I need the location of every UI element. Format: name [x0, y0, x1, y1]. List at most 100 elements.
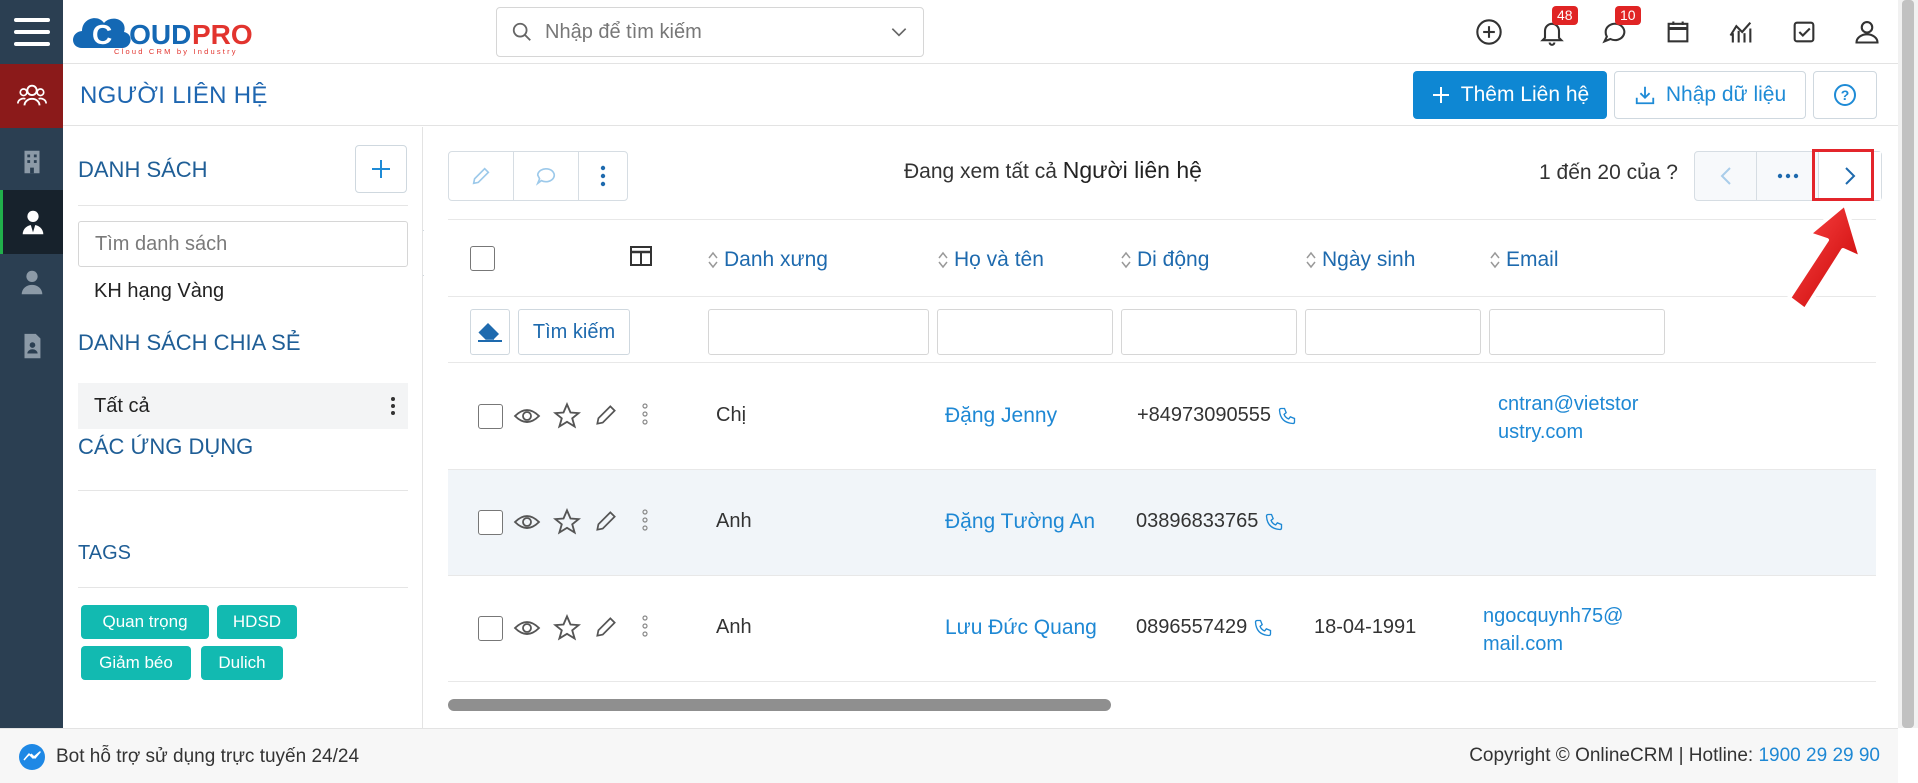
cell-email-link[interactable]: cntran@vietstor ustry.com [1498, 390, 1638, 446]
cell-fullname-link[interactable]: Lưu Đức Quang [945, 616, 1097, 640]
chevron-left-icon [1720, 167, 1731, 185]
sort-icon [1121, 251, 1131, 269]
column-header-fullname[interactable]: Họ và tên [938, 248, 1044, 272]
horizontal-scrollbar[interactable] [448, 699, 1876, 711]
star-icon[interactable] [553, 508, 581, 536]
phone-icon[interactable] [1253, 618, 1273, 638]
rail-document-icon[interactable] [0, 314, 63, 378]
hotline-number-link[interactable]: 1900 29 29 90 [1758, 745, 1880, 766]
plus-icon [1432, 87, 1449, 103]
cell-mobile: 03896833765 [1136, 510, 1284, 533]
mass-comment-button[interactable] [514, 152, 579, 200]
help-button[interactable]: ? [1813, 71, 1877, 119]
column-header-mobile[interactable]: Di động [1121, 248, 1209, 272]
pencil-icon[interactable] [593, 614, 619, 640]
list-search-input[interactable] [78, 221, 408, 267]
kebab-menu-icon[interactable] [642, 402, 648, 426]
mobile-number: 03896833765 [1136, 510, 1259, 532]
kebab-menu-icon[interactable] [642, 614, 648, 638]
sort-icon [708, 251, 718, 269]
cell-fullname-link[interactable]: Đặng Tường An [945, 510, 1095, 534]
tag-hdsd[interactable]: HDSD [217, 605, 297, 639]
prev-page-button[interactable] [1695, 152, 1757, 200]
pencil-icon[interactable] [593, 402, 619, 428]
column-header-email[interactable]: Email [1490, 248, 1559, 272]
clear-filter-button[interactable] [470, 309, 510, 355]
sort-icon [1306, 251, 1316, 269]
tag-dulich[interactable]: Dulich [201, 646, 283, 680]
chevron-down-icon[interactable] [889, 22, 909, 42]
star-icon[interactable] [553, 402, 581, 430]
pencil-icon[interactable] [593, 508, 619, 534]
global-search-input[interactable] [545, 20, 889, 44]
tag-giam-beo[interactable]: Giảm béo [81, 646, 191, 680]
pager-range: 1 đến 20 của [1539, 161, 1661, 184]
messages-icon[interactable]: 10 [1583, 0, 1646, 64]
column-label: Danh xưng [724, 248, 828, 271]
table-row[interactable]: Anh Đặng Tường An 03896833765 [448, 470, 1876, 576]
filter-birthday-input[interactable] [1305, 309, 1481, 355]
notification-bell-icon[interactable]: 48 [1520, 0, 1583, 64]
reports-chart-icon[interactable] [1709, 0, 1772, 64]
app-root: C LOUD PRO Cloud CRM by Industry 48 10 [0, 0, 1918, 783]
eye-icon[interactable] [513, 402, 541, 430]
horizontal-scrollbar-thumb[interactable] [448, 699, 1111, 711]
rail-person-icon[interactable] [0, 250, 63, 314]
sort-icon [1490, 251, 1500, 269]
filter-mobile-input[interactable] [1121, 309, 1297, 355]
tasks-check-icon[interactable] [1772, 0, 1835, 64]
add-list-button[interactable] [355, 145, 407, 193]
eye-icon[interactable] [513, 614, 541, 642]
row-checkbox[interactable] [478, 404, 503, 429]
email-line: ngocquynh75@ [1483, 605, 1624, 627]
page-jump-button[interactable] [1757, 152, 1819, 200]
list-item[interactable]: KH hạng Vàng [78, 280, 408, 303]
kebab-menu-icon[interactable] [642, 508, 648, 532]
import-data-label: Nhập dữ liệu [1665, 83, 1787, 106]
mass-edit-button[interactable] [449, 152, 514, 200]
column-layout-icon[interactable] [629, 244, 653, 268]
column-header-salutation[interactable]: Danh xưng [708, 248, 828, 272]
shared-list-item-all[interactable]: Tất cả [78, 383, 408, 429]
rail-contacts-group-icon[interactable] [0, 64, 63, 128]
cell-email-link[interactable]: ngocquynh75@ mail.com [1483, 602, 1623, 658]
table-row[interactable]: Chị Đặng Jenny +84973090555 cntran@viets… [448, 364, 1876, 470]
table-row[interactable]: Anh Lưu Đức Quang 0896557429 18-04-1991 … [448, 576, 1876, 682]
cell-salutation: Anh [716, 510, 752, 532]
cloudpro-logo[interactable]: C LOUD PRO Cloud CRM by Industry [68, 4, 303, 60]
global-search[interactable] [496, 7, 924, 57]
filter-email-input[interactable] [1489, 309, 1665, 355]
add-contact-button[interactable]: Thêm Liên hệ [1413, 71, 1607, 119]
row-checkbox[interactable] [478, 510, 503, 535]
vertical-scrollbar[interactable] [1898, 0, 1918, 728]
row-checkbox[interactable] [478, 616, 503, 641]
import-data-button[interactable]: Nhập dữ liệu [1614, 71, 1806, 119]
calendar-icon[interactable] [1646, 0, 1709, 64]
ellipsis-icon [1777, 173, 1798, 179]
filter-fullname-input[interactable] [937, 309, 1113, 355]
tag-quan-trong[interactable]: Quan trọng [81, 605, 209, 639]
select-all-checkbox[interactable] [470, 246, 495, 271]
kebab-menu-icon[interactable] [390, 396, 396, 416]
column-header-birthday[interactable]: Ngày sinh [1306, 248, 1415, 272]
pager-total[interactable]: ? [1666, 161, 1678, 184]
bot-text: Bot hỗ trợ sử dụng trực tuyến 24/24 [56, 746, 360, 767]
phone-icon[interactable] [1277, 406, 1297, 426]
eye-icon[interactable] [513, 508, 541, 536]
notification-badge: 48 [1552, 6, 1578, 25]
star-icon[interactable] [553, 614, 581, 642]
rail-contact-active-icon[interactable] [0, 190, 63, 254]
more-actions-button[interactable] [579, 152, 627, 200]
add-quick-icon[interactable] [1457, 0, 1520, 64]
phone-icon[interactable] [1264, 512, 1284, 532]
chat-bot-link[interactable]: Bot hỗ trợ sử dụng trực tuyến 24/24 [18, 743, 359, 771]
cell-fullname-link[interactable]: Đặng Jenny [945, 404, 1057, 428]
filter-salutation-input[interactable] [708, 309, 929, 355]
divider [78, 490, 408, 491]
rail-building-icon[interactable] [0, 130, 63, 194]
vertical-scrollbar-thumb[interactable] [1902, 0, 1914, 728]
divider [78, 587, 408, 588]
user-profile-icon[interactable] [1835, 0, 1898, 64]
hamburger-menu-icon[interactable] [0, 0, 63, 64]
filter-search-button[interactable]: Tìm kiếm [518, 309, 630, 355]
